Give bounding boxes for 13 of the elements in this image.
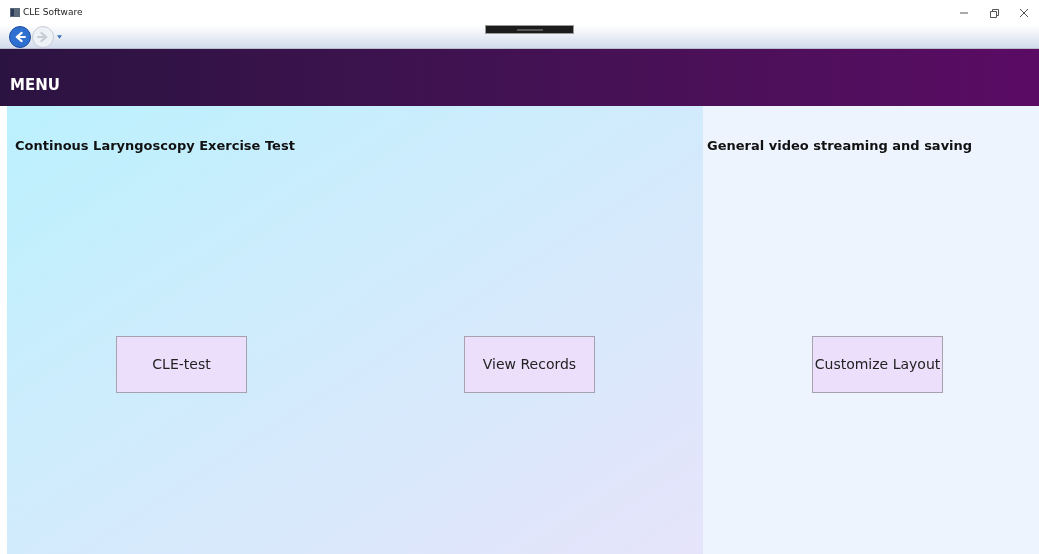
- back-button[interactable]: [9, 25, 31, 48]
- restore-icon: [989, 7, 999, 18]
- panel-title: Continous Laryngoscopy Exercise Test: [15, 137, 296, 155]
- dropdown-caret-icon[interactable]: [57, 34, 62, 39]
- menu-button[interactable]: Customize Layout: [812, 335, 943, 393]
- panel-title: General video streaming and saving: [707, 137, 974, 155]
- close-icon: [1019, 7, 1029, 18]
- header-title: MENU: [10, 74, 60, 96]
- app-icon: [10, 8, 20, 17]
- drag-handle[interactable]: [485, 25, 574, 34]
- window-title: CLE Software: [23, 5, 83, 19]
- menu-button[interactable]: CLE-test: [116, 335, 247, 393]
- menu-button[interactable]: View Records: [464, 335, 595, 393]
